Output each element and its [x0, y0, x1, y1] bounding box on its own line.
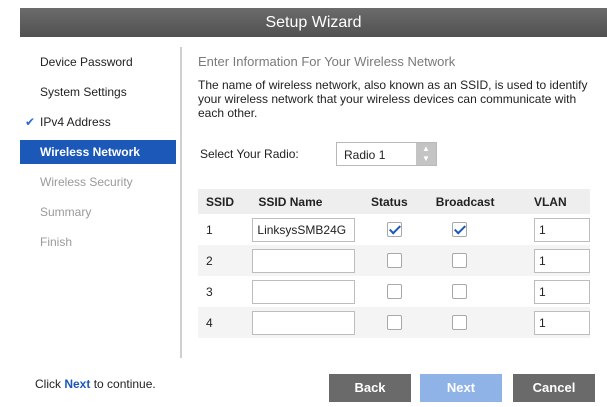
sidebar-item-ipv4-address[interactable]: ✔ IPv4 Address: [20, 107, 176, 137]
next-button[interactable]: Next: [420, 374, 502, 402]
sidebar-item-label: Device Password: [40, 55, 133, 69]
broadcast-cell: [428, 214, 526, 245]
ssid-name-input[interactable]: [252, 310, 356, 335]
status-checkbox[interactable]: [386, 222, 402, 238]
ssid-table: SSID SSID Name Status Broadcast VLAN 1 2…: [198, 189, 590, 338]
footer-hint-prefix: Click: [35, 377, 65, 391]
sidebar-item-system-settings[interactable]: System Settings: [20, 77, 176, 107]
table-row: 2: [198, 245, 590, 276]
footer-hint-suffix: to continue.: [90, 377, 156, 391]
status-checkbox[interactable]: [386, 284, 402, 300]
broadcast-cell: [428, 276, 526, 307]
column-header-vlan: VLAN: [525, 189, 590, 214]
vlan-input[interactable]: [533, 279, 590, 304]
radio-select-value: Radio 1: [344, 148, 386, 162]
cancel-button[interactable]: Cancel: [513, 374, 595, 402]
ssid-name-cell: [244, 307, 363, 338]
sidebar-item-label: System Settings: [40, 85, 127, 99]
table-row: 3: [198, 276, 590, 307]
vlan-input[interactable]: [533, 217, 590, 242]
sidebar-item-wireless-network[interactable]: Wireless Network: [20, 140, 176, 164]
wizard-title-bar: Setup Wizard: [20, 8, 607, 37]
vlan-input[interactable]: [533, 248, 590, 273]
broadcast-checkbox[interactable]: [451, 253, 467, 269]
status-checkbox[interactable]: [386, 315, 402, 331]
radio-select-label: Select Your Radio:: [200, 147, 299, 161]
wizard-title: Setup Wizard: [265, 14, 362, 31]
status-checkbox[interactable]: [386, 253, 402, 269]
status-cell: [363, 276, 428, 307]
radio-select[interactable]: Radio 1 ▲ ▼: [336, 142, 437, 166]
table-header-row: SSID SSID Name Status Broadcast VLAN: [198, 189, 590, 214]
spinner-arrows-icon[interactable]: ▲ ▼: [416, 143, 436, 165]
column-header-broadcast: Broadcast: [427, 189, 526, 214]
sidebar-item-wireless-security: Wireless Security: [20, 167, 176, 197]
column-header-ssid: SSID: [198, 189, 245, 214]
main-content: Enter Information For Your Wireless Netw…: [198, 47, 598, 338]
page-heading: Enter Information For Your Wireless Netw…: [198, 54, 456, 69]
status-cell: [362, 245, 428, 276]
ssid-name-cell: [244, 276, 363, 307]
sidebar-item-label: Wireless Security: [40, 175, 133, 189]
sidebar-item-device-password[interactable]: Device Password: [20, 47, 176, 77]
sidebar-item-label: Summary: [40, 205, 92, 219]
vlan-input[interactable]: [533, 310, 590, 335]
ssid-name-cell: [244, 245, 363, 276]
sidebar-divider: [180, 47, 182, 358]
page-description: The name of wireless network, also known…: [198, 78, 588, 120]
vlan-cell: [525, 307, 590, 338]
footer-hint: Click Next to continue.: [35, 377, 156, 391]
status-cell: [363, 214, 428, 245]
broadcast-checkbox[interactable]: [451, 222, 467, 238]
vlan-cell: [526, 214, 590, 245]
broadcast-cell: [427, 307, 526, 338]
vlan-cell: [526, 276, 590, 307]
ssid-name-input[interactable]: [252, 248, 356, 273]
broadcast-checkbox[interactable]: [451, 284, 467, 300]
ssid-number: 2: [198, 245, 245, 276]
ssid-number: 3: [206, 284, 213, 299]
sidebar-item-label: IPv4 Address: [40, 115, 111, 129]
table-row: 1: [198, 214, 590, 245]
ssid-name-cell: [244, 214, 363, 245]
status-cell: [362, 307, 428, 338]
sidebar-item-label: Wireless Network: [40, 145, 140, 159]
ssid-name-input[interactable]: [252, 279, 356, 304]
footer-next-link[interactable]: Next: [64, 377, 90, 391]
ssid-number: 4: [198, 307, 245, 338]
table-row: 4: [198, 307, 590, 338]
vlan-cell: [525, 245, 590, 276]
back-button[interactable]: Back: [329, 374, 411, 402]
wizard-steps-sidebar: Device Password System Settings ✔ IPv4 A…: [20, 47, 176, 257]
column-header-status: Status: [362, 189, 428, 214]
sidebar-item-finish: Finish: [20, 227, 176, 257]
broadcast-cell: [427, 245, 526, 276]
sidebar-item-summary: Summary: [20, 197, 176, 227]
column-header-ssid-name: SSID Name: [244, 189, 363, 214]
broadcast-checkbox[interactable]: [451, 315, 467, 331]
radio-select-row: Select Your Radio: Radio 1 ▲ ▼: [198, 142, 598, 168]
check-icon: ✔: [25, 115, 36, 129]
ssid-name-input[interactable]: [252, 217, 356, 242]
sidebar-item-label: Finish: [40, 235, 73, 249]
ssid-number: 1: [206, 222, 213, 237]
